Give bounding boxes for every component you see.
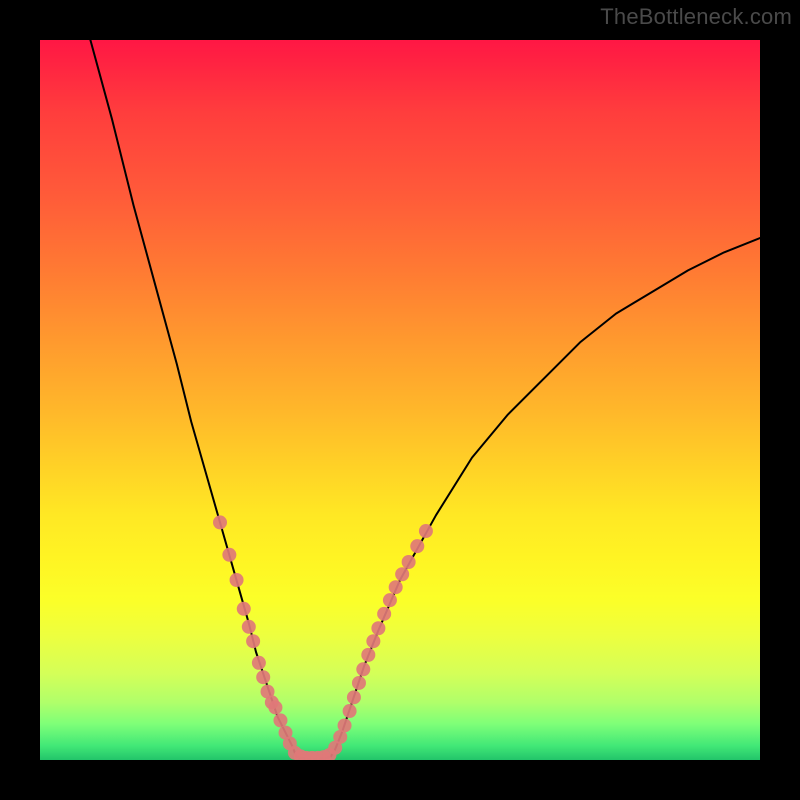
series-right-branch bbox=[331, 238, 760, 756]
marker-dot bbox=[383, 593, 397, 607]
marker-dot bbox=[222, 548, 236, 562]
marker-dot bbox=[246, 634, 260, 648]
marker-dot bbox=[371, 621, 385, 635]
marker-dot bbox=[343, 704, 357, 718]
marker-dot bbox=[213, 515, 227, 529]
marker-dot bbox=[252, 656, 266, 670]
marker-dot bbox=[230, 573, 244, 587]
marker-dot bbox=[402, 555, 416, 569]
chart-frame: TheBottleneck.com bbox=[0, 0, 800, 800]
curve-layer bbox=[90, 40, 760, 759]
series-left-branch bbox=[90, 40, 296, 756]
marker-dot bbox=[377, 607, 391, 621]
marker-dot bbox=[256, 670, 270, 684]
marker-dot bbox=[347, 690, 361, 704]
marker-dot bbox=[237, 602, 251, 616]
chart-svg bbox=[40, 40, 760, 760]
plot-area bbox=[40, 40, 760, 760]
marker-dot bbox=[356, 662, 370, 676]
marker-dot bbox=[242, 620, 256, 634]
marker-dot bbox=[395, 567, 409, 581]
marker-dot bbox=[352, 676, 366, 690]
marker-dot bbox=[338, 718, 352, 732]
marker-layer bbox=[213, 515, 433, 760]
marker-dot bbox=[361, 648, 375, 662]
marker-dot bbox=[366, 634, 380, 648]
marker-dot bbox=[273, 713, 287, 727]
marker-dot bbox=[389, 580, 403, 594]
marker-dot bbox=[419, 524, 433, 538]
watermark-text: TheBottleneck.com bbox=[600, 4, 792, 30]
marker-dot bbox=[410, 539, 424, 553]
marker-dot bbox=[268, 700, 282, 714]
